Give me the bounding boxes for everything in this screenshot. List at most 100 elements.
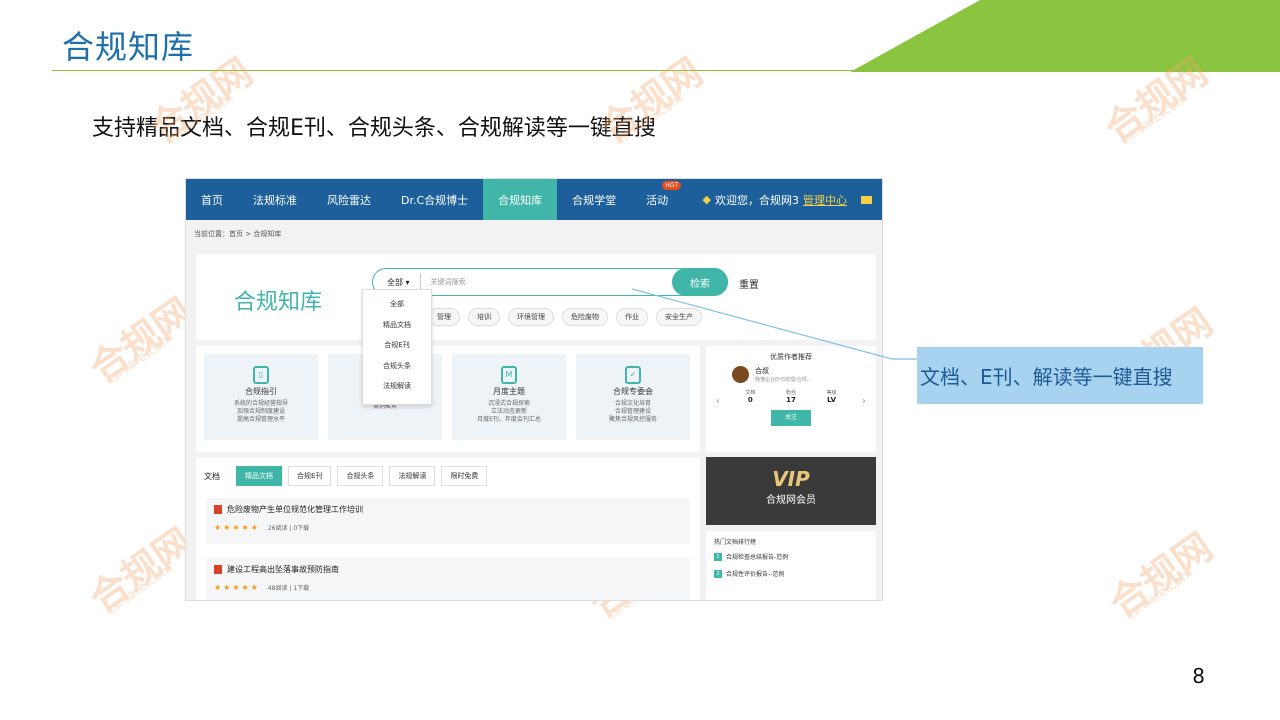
nav-item-dr-c[interactable]: Dr.C合规博士 [386, 179, 483, 220]
card-line: 立法动态更新 [490, 408, 527, 415]
dropdown-option[interactable]: 合规头条 [363, 356, 431, 377]
author-row: 合叔 略懂企业EHS管理/合规... [706, 362, 876, 383]
card-line: 合规管理建设 [614, 408, 651, 415]
nav-item-regulations[interactable]: 法规标准 [238, 179, 312, 220]
card-committee[interactable]: ✓ 合规专委会 合规文化培育 合规管理建设 聚焦合规风控服务 [576, 354, 690, 440]
hot-badge: HOT [662, 181, 682, 190]
doc-title: 建设工程高出坠落事故预防指南 [214, 564, 682, 575]
breadcrumb: 当前位置：首页 > 合规知库 [194, 230, 282, 238]
card-line: 加强合规制度建设 [236, 408, 285, 415]
stat-level: 等级 LV [827, 389, 837, 404]
admin-link[interactable]: 管理中心 [803, 192, 847, 208]
tab-free[interactable]: 限时免费 [441, 466, 488, 486]
doc-tabs: 文档 精品文档 合规E刊 合规头条 法规解读 限时免费 [196, 458, 700, 494]
tag-chip[interactable]: 培训 [468, 308, 500, 326]
stat-label: 粉丝 [785, 390, 796, 396]
author-heading: 优质作者推荐 [770, 353, 812, 361]
tag-chip[interactable]: 安全生产 [656, 308, 702, 326]
docs-label: 文档 [204, 471, 220, 481]
card-line: 沉浸式合规探索 [487, 400, 530, 407]
chevron-left-icon[interactable]: ‹ [716, 396, 720, 407]
card-line: 月度E刊、年度会刊汇总 [477, 416, 541, 423]
corner-decoration [850, 0, 1280, 72]
hot-item-title: 合规检查总结报告-范例 [726, 554, 789, 561]
doc-stats: 26阅读 | 0下载 [267, 525, 310, 532]
rating-stars: ★★★★★ [214, 523, 260, 532]
search-panel: 合规知库 全部 ▾ 关键词搜索 检索 重置 管理 培训 环境管理 危险废物 作业… [196, 254, 876, 340]
slide-title: 合规知库 [62, 28, 195, 66]
tag-chip[interactable]: 危险废物 [562, 308, 608, 326]
tag-chip[interactable]: 管理 [428, 308, 460, 326]
callout-box: 文档、E刊、解读等一键直搜 [917, 347, 1203, 404]
list-item[interactable]: 2 合规性评价报告--范例 [714, 569, 868, 578]
nav-item-knowledge-base[interactable]: 合规知库 [483, 179, 558, 220]
search-input[interactable]: 关键词搜索 [421, 277, 466, 287]
card-title: 月度主题 [493, 387, 525, 396]
follow-button[interactable]: 关注 [771, 410, 811, 426]
card-line: 提高合规管理水平 [236, 416, 285, 423]
doc-title-text: 建设工程高出坠落事故预防指南 [227, 565, 339, 574]
watermark-logo: 合规网csrcare.com [81, 519, 201, 622]
slide-subtitle: 支持精品文档、合规E刊、合规头条、合规解读等一键直搜 [92, 116, 656, 141]
reset-button[interactable]: 重置 [739, 276, 759, 291]
kb-logo: 合规知库 [234, 290, 323, 315]
card-title: 合规专委会 [613, 387, 653, 396]
doc-meta: ★★★★★ 48阅读 | 1下载 [214, 583, 682, 592]
title-divider [52, 70, 857, 71]
stat-value: 0 [747, 396, 753, 404]
tab-e-journal[interactable]: 合规E刊 [288, 466, 332, 486]
scope-dropdown: 全部 精品文档 合规E刊 合规头条 法规解读 [362, 289, 432, 405]
watermark-logo: 合规网csrcare.com [1101, 524, 1221, 627]
stat-fans: 粉丝 17 [786, 389, 796, 404]
nav-item-events[interactable]: 活动 HOT [631, 179, 683, 220]
website-screenshot: 首页 法规标准 风险雷达 Dr.C合规博士 合规知库 合规学堂 活动 HOT ◆ … [185, 178, 883, 601]
book-icon: ▯ [253, 366, 269, 384]
vip-text: 合规网会员 [766, 495, 816, 506]
hot-docs-ranking: 热门文档排行榜 1 合规检查总结报告-范例 2 合规性评价报告--范例 [706, 531, 876, 600]
list-item[interactable]: 1 合规检查总结报告-范例 [714, 552, 868, 561]
stat-docs: 文档 0 [745, 389, 755, 404]
rank-badge: 1 [714, 552, 722, 561]
card-guidance[interactable]: ▯ 合规指引 系统的合规经营指导 加强合规制度建设 提高合规管理水平 [204, 354, 318, 440]
nav-item-academy[interactable]: 合规学堂 [557, 179, 631, 220]
author-name[interactable]: 合叔 [755, 366, 812, 376]
nav-item-events-label: 活动 [646, 193, 669, 207]
page-number: 8 [1192, 664, 1205, 688]
tab-interpretation[interactable]: 法规解读 [389, 466, 436, 486]
author-stats: 文档 0 粉丝 17 等级 LV [706, 383, 876, 404]
magazine-icon: M [501, 366, 517, 384]
card-line: 聚焦合规风控服务 [608, 416, 657, 423]
dropdown-option[interactable]: 精品文档 [363, 315, 431, 336]
caret-down-icon: ▾ [405, 277, 410, 287]
category-cards: ▯ 合规指引 系统的合规经营指导 加强合规制度建设 提高合规管理水平 ≡ 权威解… [196, 346, 700, 452]
mail-icon[interactable] [861, 195, 872, 204]
watermark-logo: 合规网csrcare.com [81, 289, 201, 392]
hot-item-title: 合规性评价报告--范例 [726, 571, 785, 578]
doc-title-text: 危险废物产生单位规范化管理工作培训 [227, 505, 363, 514]
list-item[interactable]: 建设工程高出坠落事故预防指南 ★★★★★ 48阅读 | 1下载 [206, 558, 690, 600]
hot-list-heading: 热门文档排行榜 [714, 539, 757, 546]
dropdown-option[interactable]: 法规解读 [363, 376, 431, 397]
vip-logo: VIP [772, 467, 810, 491]
tag-chip[interactable]: 环境管理 [508, 308, 554, 326]
stat-label: 等级 [826, 390, 837, 396]
dropdown-option[interactable]: 全部 [363, 294, 431, 315]
rating-stars: ★★★★★ [214, 583, 260, 592]
dropdown-option[interactable]: 合规E刊 [363, 335, 431, 356]
nav-item-home[interactable]: 首页 [186, 179, 238, 220]
avatar[interactable] [732, 366, 749, 383]
tab-headlines[interactable]: 合规头条 [337, 466, 384, 486]
tag-chip[interactable]: 作业 [616, 308, 648, 326]
card-monthly-theme[interactable]: M 月度主题 沉浸式合规探索 立法动态更新 月度E刊、年度会刊汇总 [452, 354, 566, 440]
docs-panel: 文档 精品文档 合规E刊 合规头条 法规解读 限时免费 危险废物产生单位规范化管… [196, 458, 700, 600]
search-button[interactable]: 检索 [672, 268, 728, 296]
pdf-icon [214, 565, 222, 574]
doc-stats: 48阅读 | 1下载 [267, 585, 310, 592]
chevron-right-icon[interactable]: › [862, 396, 866, 407]
tab-premium-docs[interactable]: 精品文档 [236, 466, 282, 486]
nav-item-risk-radar[interactable]: 风险雷达 [312, 179, 386, 220]
vip-banner[interactable]: VIP 合规网会员 [706, 457, 876, 525]
list-item[interactable]: 危险废物产生单位规范化管理工作培训 ★★★★★ 26阅读 | 0下载 [206, 498, 690, 544]
scope-select-value: 全部 [387, 277, 403, 287]
stat-label: 文档 [745, 390, 756, 396]
